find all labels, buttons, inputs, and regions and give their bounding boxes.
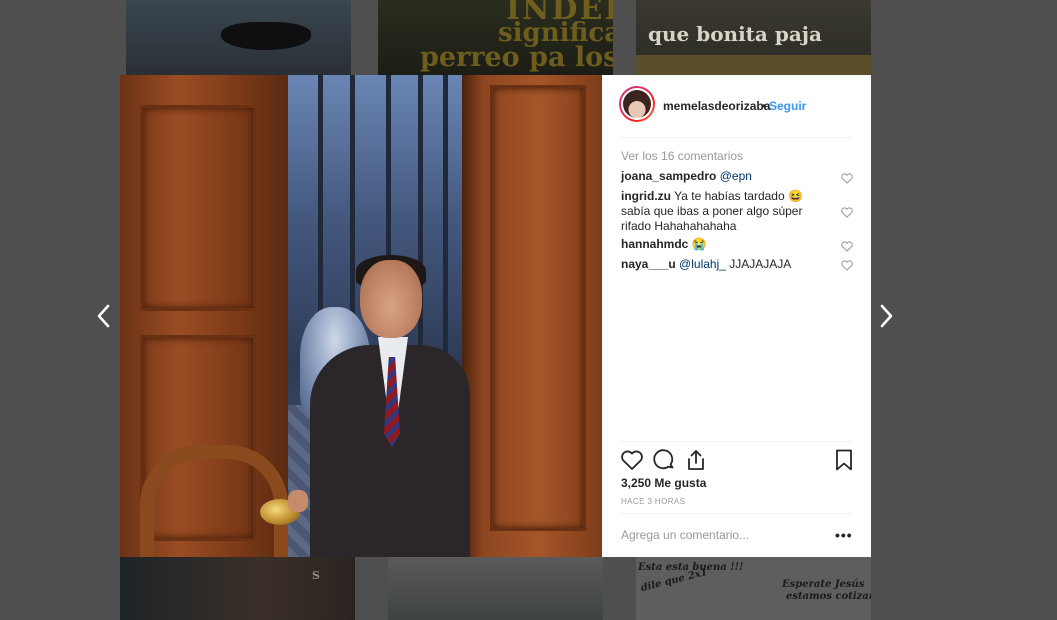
heart-icon[interactable] — [841, 239, 853, 252]
feed-thumbnail-1 — [126, 0, 351, 75]
feed-thumbnail-2: INDELIS significa perreo pa los ne — [378, 0, 613, 75]
avatar[interactable] — [619, 86, 655, 122]
comment-text: 😭 — [691, 237, 707, 251]
comment-item: naya___u @lulahj_ JJAJAJAJA — [621, 257, 826, 272]
view-comments-link[interactable]: Ver los 16 comentarios — [621, 149, 743, 163]
door-handle-arc-graphic — [140, 445, 288, 557]
comment-item: ingrid.zu Ya te habías tardado 😆 sabía q… — [621, 189, 826, 234]
heart-icon[interactable] — [841, 205, 853, 218]
comment-username[interactable]: ingrid.zu — [621, 189, 671, 203]
comment-text: JJAJAJAJA — [729, 257, 792, 271]
like-count[interactable]: 3,250 Me gusta — [621, 476, 706, 490]
add-comment-input[interactable] — [621, 527, 821, 543]
feed-thumbnail-6: Esta esta buena !!! dile que 2x1 Esperat… — [636, 557, 871, 620]
post-image[interactable] — [120, 75, 602, 557]
comment-input-divider — [621, 513, 852, 514]
separator-dot: • — [762, 99, 767, 113]
post-side-panel: memelasdeorizaba • Seguir Ver los 16 com… — [602, 75, 871, 557]
thumbnail-caption: que bonita paja — [648, 22, 822, 46]
thumbnail-strip — [636, 55, 871, 75]
post-header: memelasdeorizaba • Seguir — [602, 75, 871, 137]
header-divider — [621, 137, 852, 138]
more-options-button[interactable]: ••• — [835, 527, 853, 543]
chevron-left-icon[interactable] — [91, 302, 117, 330]
hand-graphic — [288, 490, 308, 512]
follow-button[interactable]: Seguir — [769, 99, 806, 113]
comment-item: hannahmdc 😭 — [621, 237, 826, 252]
bookmark-icon[interactable] — [832, 448, 856, 472]
comment-username[interactable]: hannahmdc — [621, 237, 688, 251]
thumbnail-caption: S — [312, 569, 320, 582]
post-username[interactable]: memelasdeorizaba — [663, 99, 770, 113]
chevron-right-icon[interactable] — [873, 302, 899, 330]
comment-username[interactable]: naya___u — [621, 257, 676, 271]
share-icon[interactable] — [684, 448, 708, 472]
thumbnail-caption: perreo pa los ne — [420, 42, 613, 73]
door-right-graphic — [462, 75, 602, 557]
comment-item: joana_sampedro @epn — [621, 169, 826, 184]
feed-thumbnail-3: que bonita paja — [636, 0, 871, 75]
like-heart-icon[interactable] — [620, 448, 644, 472]
post-modal: memelasdeorizaba • Seguir Ver los 16 com… — [120, 75, 871, 557]
feed-thumbnail-5 — [388, 557, 603, 620]
comment-username[interactable]: joana_sampedro — [621, 169, 716, 183]
sunglasses-graphic — [221, 22, 311, 50]
comment-mention[interactable]: @lulahj_ — [679, 257, 726, 271]
heart-icon[interactable] — [841, 258, 853, 271]
thumbnail-caption: estamos cotizand — [786, 591, 871, 602]
feed-thumbnail-4: S — [120, 557, 355, 620]
post-timestamp[interactable]: HACE 3 HORAS — [621, 497, 685, 506]
comment-mention[interactable]: @epn — [720, 169, 752, 183]
heart-icon[interactable] — [841, 171, 853, 184]
comment-icon[interactable] — [652, 448, 676, 472]
man-head-graphic — [360, 260, 422, 338]
thumbnail-caption: Esperate Jesús — [782, 579, 865, 590]
